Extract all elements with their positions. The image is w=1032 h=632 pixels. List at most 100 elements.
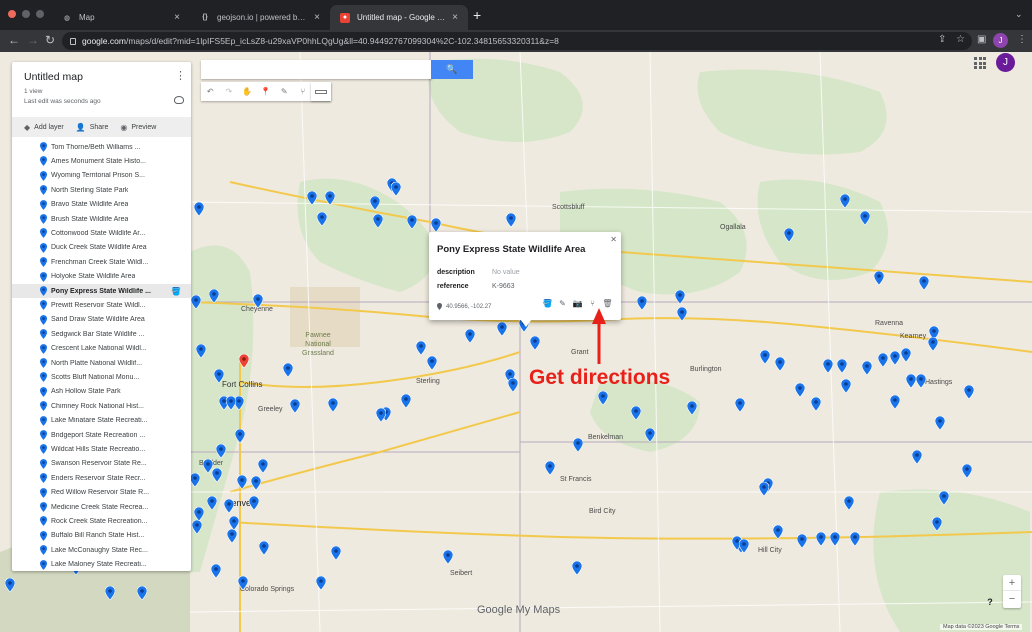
map-marker[interactable] (901, 348, 911, 362)
map-search-input[interactable] (201, 60, 432, 79)
sidebar-icon[interactable]: ▣ (977, 34, 986, 45)
measure-icon[interactable] (311, 82, 331, 101)
layer-item[interactable]: Medicine Creek State Recrea... (12, 500, 191, 514)
map-marker[interactable] (427, 356, 437, 370)
map-marker[interactable] (840, 194, 850, 208)
user-avatar[interactable]: J (996, 53, 1015, 72)
map-marker[interactable] (862, 361, 872, 375)
layer-item[interactable]: Wyoming Territorial Prison S... (12, 169, 191, 183)
map-marker[interactable] (194, 202, 204, 216)
map-marker[interactable] (760, 350, 770, 364)
edit-pencil-icon[interactable]: ✎ (555, 296, 570, 310)
map-marker[interactable] (811, 397, 821, 411)
bookmark-star-icon[interactable]: ☆ (956, 34, 965, 45)
map-marker[interactable] (964, 385, 974, 399)
forward-icon[interactable]: → (27, 33, 39, 47)
search-button[interactable]: 🔍 (431, 60, 473, 79)
map-marker[interactable] (290, 399, 300, 413)
layer-item[interactable]: Tom Thorne/Beth Williams ... (12, 140, 191, 154)
layer-item[interactable]: Ames Monument State Histo... (12, 154, 191, 168)
apps-grid-icon[interactable] (974, 57, 986, 69)
map-marker[interactable] (227, 529, 237, 543)
layer-item[interactable]: Lake Maloney State Recreati... (12, 558, 191, 571)
map-marker[interactable] (216, 444, 226, 458)
map-marker[interactable] (251, 476, 261, 490)
map-marker[interactable] (253, 294, 263, 308)
map-marker[interactable] (932, 517, 942, 531)
layer-item[interactable]: Chimney Rock National Hist... (12, 399, 191, 413)
map-marker[interactable] (759, 482, 769, 496)
map-marker[interactable] (196, 344, 206, 358)
layer-item[interactable]: Buffalo Bill Ranch State Hist... (12, 529, 191, 543)
map-marker[interactable] (735, 398, 745, 412)
draw-line-icon[interactable]: ✎ (275, 82, 294, 101)
map-marker[interactable] (935, 416, 945, 430)
map-marker[interactable] (238, 576, 248, 590)
map-marker[interactable] (283, 363, 293, 377)
camera-icon[interactable]: 📷 (570, 296, 585, 310)
layer-item[interactable]: Lake Minatare State Recreati... (12, 414, 191, 428)
style-paint-icon[interactable]: 🪣 (171, 287, 181, 296)
window-minimize-dot[interactable] (22, 10, 30, 18)
zoom-out-button[interactable]: − (1003, 591, 1021, 607)
layer-item[interactable]: Cottonwood State Wildlife Ar... (12, 226, 191, 240)
map-marker[interactable] (573, 438, 583, 452)
map-marker[interactable] (841, 379, 851, 393)
map-marker[interactable] (874, 271, 884, 285)
layer-item[interactable]: Sand Draw State Wildlife Area (12, 313, 191, 327)
map-marker[interactable] (675, 290, 685, 304)
layer-item[interactable]: Ash Hollow State Park (12, 385, 191, 399)
map-marker[interactable] (916, 374, 926, 388)
map-marker[interactable] (912, 450, 922, 464)
layer-item[interactable]: Lake McConaughy State Rec... (12, 543, 191, 557)
map-marker[interactable] (376, 408, 386, 422)
reload-icon[interactable]: ↻ (45, 33, 55, 47)
map-marker[interactable] (465, 329, 475, 343)
map-attribution[interactable]: Map data ©2023 Google Terms (940, 624, 1023, 630)
map-marker[interactable] (878, 353, 888, 367)
map-marker[interactable] (739, 539, 749, 553)
map-marker[interactable] (328, 398, 338, 412)
layer-item[interactable]: Duck Creek State Wildlife Area (12, 241, 191, 255)
layer-item[interactable]: North Sterling State Park (12, 183, 191, 197)
share-button[interactable]: 👤 Share (76, 123, 109, 132)
add-layer-button[interactable]: ◆ Add layer (24, 123, 64, 132)
map-marker[interactable] (598, 391, 608, 405)
map-marker[interactable] (224, 499, 234, 513)
map-marker[interactable] (775, 357, 785, 371)
map-marker[interactable] (830, 532, 840, 546)
redo-icon[interactable]: ↷ (220, 82, 239, 101)
map-marker[interactable] (258, 459, 268, 473)
map-marker[interactable] (637, 296, 647, 310)
map-marker[interactable] (530, 336, 540, 350)
layer-item[interactable]: Bridgeport State Recreation ... (12, 428, 191, 442)
map-marker[interactable] (316, 576, 326, 590)
preview-button[interactable]: ◉ Preview (120, 123, 156, 132)
map-marker[interactable] (194, 507, 204, 521)
map-marker[interactable] (443, 550, 453, 564)
zoom-in-button[interactable]: + (1003, 575, 1021, 591)
layer-item[interactable]: Rock Creek State Recreation... (12, 514, 191, 528)
map-marker[interactable] (906, 374, 916, 388)
layer-item[interactable]: Wildcat Hills State Recreatio... (12, 442, 191, 456)
map-marker[interactable] (890, 351, 900, 365)
layer-item[interactable]: Red Willow Reservoir State R... (12, 486, 191, 500)
map-marker[interactable] (860, 211, 870, 225)
layer-item[interactable]: Scotts Bluff National Monu... (12, 370, 191, 384)
map-marker[interactable] (962, 464, 972, 478)
map-marker[interactable] (209, 289, 219, 303)
undo-icon[interactable]: ↶ (201, 82, 220, 101)
layer-item[interactable]: Sedgwick Bar State Wildlife ... (12, 327, 191, 341)
window-zoom-dot[interactable] (36, 10, 44, 18)
map-marker[interactable] (939, 491, 949, 505)
map-marker[interactable] (317, 212, 327, 226)
map-marker[interactable] (325, 191, 335, 205)
map-marker[interactable] (773, 525, 783, 539)
map-marker[interactable] (506, 213, 516, 227)
map-marker[interactable] (407, 215, 417, 229)
map-marker[interactable] (797, 534, 807, 548)
map-marker[interactable] (545, 461, 555, 475)
map-marker[interactable] (5, 578, 15, 592)
layer-item[interactable]: Bravo State Wildlife Area (12, 198, 191, 212)
map-marker[interactable] (497, 322, 507, 336)
